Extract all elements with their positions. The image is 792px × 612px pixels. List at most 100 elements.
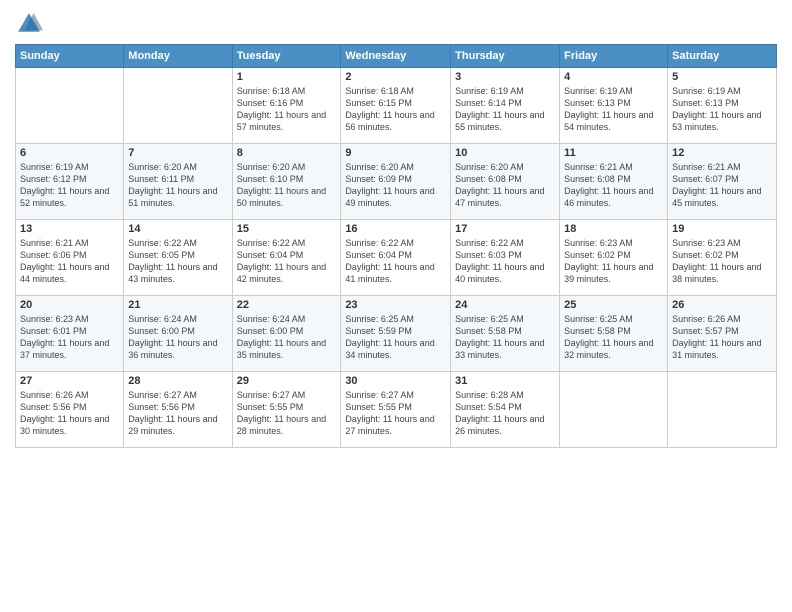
logo (15, 10, 47, 38)
calendar-cell: 4 Sunrise: 6:19 AM Sunset: 6:13 PM Daylig… (560, 68, 668, 144)
calendar-cell: 31 Sunrise: 6:28 AM Sunset: 5:54 PM Dayli… (451, 372, 560, 448)
day-number: 28 (128, 375, 227, 387)
calendar-cell: 1 Sunrise: 6:18 AM Sunset: 6:16 PM Daylig… (232, 68, 341, 144)
calendar-cell: 12 Sunrise: 6:21 AM Sunset: 6:07 PM Dayli… (668, 144, 777, 220)
calendar-cell (16, 68, 124, 144)
calendar-cell: 19 Sunrise: 6:23 AM Sunset: 6:02 PM Dayli… (668, 220, 777, 296)
calendar-cell: 14 Sunrise: 6:22 AM Sunset: 6:05 PM Dayli… (124, 220, 232, 296)
calendar-cell: 20 Sunrise: 6:23 AM Sunset: 6:01 PM Dayli… (16, 296, 124, 372)
day-number: 1 (237, 71, 337, 83)
day-number: 18 (564, 223, 663, 235)
day-info: Sunrise: 6:22 AM Sunset: 6:03 PM Dayligh… (455, 237, 555, 286)
col-header-sunday: Sunday (16, 45, 124, 68)
calendar-week-1: 1 Sunrise: 6:18 AM Sunset: 6:16 PM Daylig… (16, 68, 777, 144)
day-info: Sunrise: 6:22 AM Sunset: 6:04 PM Dayligh… (237, 237, 337, 286)
calendar-cell: 24 Sunrise: 6:25 AM Sunset: 5:58 PM Dayli… (451, 296, 560, 372)
calendar-cell: 2 Sunrise: 6:18 AM Sunset: 6:15 PM Daylig… (341, 68, 451, 144)
calendar-header-row: SundayMondayTuesdayWednesdayThursdayFrid… (16, 45, 777, 68)
day-number: 30 (345, 375, 446, 387)
day-info: Sunrise: 6:26 AM Sunset: 5:57 PM Dayligh… (672, 313, 772, 362)
day-number: 20 (20, 299, 119, 311)
calendar-cell: 22 Sunrise: 6:24 AM Sunset: 6:00 PM Dayli… (232, 296, 341, 372)
day-info: Sunrise: 6:20 AM Sunset: 6:09 PM Dayligh… (345, 161, 446, 210)
day-number: 24 (455, 299, 555, 311)
calendar-cell: 16 Sunrise: 6:22 AM Sunset: 6:04 PM Dayli… (341, 220, 451, 296)
day-info: Sunrise: 6:21 AM Sunset: 6:06 PM Dayligh… (20, 237, 119, 286)
day-number: 27 (20, 375, 119, 387)
day-number: 22 (237, 299, 337, 311)
calendar-cell: 13 Sunrise: 6:21 AM Sunset: 6:06 PM Dayli… (16, 220, 124, 296)
col-header-tuesday: Tuesday (232, 45, 341, 68)
day-info: Sunrise: 6:23 AM Sunset: 6:01 PM Dayligh… (20, 313, 119, 362)
calendar-week-5: 27 Sunrise: 6:26 AM Sunset: 5:56 PM Dayli… (16, 372, 777, 448)
day-number: 31 (455, 375, 555, 387)
day-number: 26 (672, 299, 772, 311)
day-info: Sunrise: 6:27 AM Sunset: 5:55 PM Dayligh… (345, 389, 446, 438)
day-info: Sunrise: 6:22 AM Sunset: 6:04 PM Dayligh… (345, 237, 446, 286)
day-number: 3 (455, 71, 555, 83)
day-info: Sunrise: 6:24 AM Sunset: 6:00 PM Dayligh… (237, 313, 337, 362)
calendar-table: SundayMondayTuesdayWednesdayThursdayFrid… (15, 44, 777, 448)
day-info: Sunrise: 6:18 AM Sunset: 6:16 PM Dayligh… (237, 85, 337, 134)
day-info: Sunrise: 6:26 AM Sunset: 5:56 PM Dayligh… (20, 389, 119, 438)
calendar-cell: 25 Sunrise: 6:25 AM Sunset: 5:58 PM Dayli… (560, 296, 668, 372)
calendar-cell (124, 68, 232, 144)
col-header-wednesday: Wednesday (341, 45, 451, 68)
calendar-cell: 28Sunrise: 6:27 AM Sunset: 5:56 PM Dayli… (124, 372, 232, 448)
header (15, 10, 777, 38)
calendar-week-4: 20 Sunrise: 6:23 AM Sunset: 6:01 PM Dayli… (16, 296, 777, 372)
day-number: 15 (237, 223, 337, 235)
day-number: 19 (672, 223, 772, 235)
col-header-monday: Monday (124, 45, 232, 68)
day-number: 5 (672, 71, 772, 83)
day-number: 23 (345, 299, 446, 311)
calendar-cell: 26 Sunrise: 6:26 AM Sunset: 5:57 PM Dayli… (668, 296, 777, 372)
calendar-cell: 11Sunrise: 6:21 AM Sunset: 6:08 PM Dayli… (560, 144, 668, 220)
calendar-cell: 10 Sunrise: 6:20 AM Sunset: 6:08 PM Dayli… (451, 144, 560, 220)
day-info: Sunrise: 6:27 AM Sunset: 5:55 PM Dayligh… (237, 389, 337, 438)
day-info: Sunrise: 6:23 AM Sunset: 6:02 PM Dayligh… (672, 237, 772, 286)
day-number: 7 (128, 147, 227, 159)
day-number: 9 (345, 147, 446, 159)
logo-icon (15, 10, 43, 38)
calendar-cell: 8Sunrise: 6:20 AM Sunset: 6:10 PM Daylig… (232, 144, 341, 220)
day-number: 25 (564, 299, 663, 311)
day-info: Sunrise: 6:28 AM Sunset: 5:54 PM Dayligh… (455, 389, 555, 438)
calendar-cell: 17Sunrise: 6:22 AM Sunset: 6:03 PM Dayli… (451, 220, 560, 296)
day-info: Sunrise: 6:25 AM Sunset: 5:58 PM Dayligh… (455, 313, 555, 362)
day-number: 4 (564, 71, 663, 83)
day-info: Sunrise: 6:23 AM Sunset: 6:02 PM Dayligh… (564, 237, 663, 286)
day-number: 6 (20, 147, 119, 159)
col-header-thursday: Thursday (451, 45, 560, 68)
calendar-cell: 30 Sunrise: 6:27 AM Sunset: 5:55 PM Dayli… (341, 372, 451, 448)
day-info: Sunrise: 6:20 AM Sunset: 6:08 PM Dayligh… (455, 161, 555, 210)
day-number: 14 (128, 223, 227, 235)
day-number: 21 (128, 299, 227, 311)
calendar-cell: 7 Sunrise: 6:20 AM Sunset: 6:11 PM Daylig… (124, 144, 232, 220)
day-info: Sunrise: 6:20 AM Sunset: 6:11 PM Dayligh… (128, 161, 227, 210)
day-number: 16 (345, 223, 446, 235)
day-number: 2 (345, 71, 446, 83)
calendar-cell: 21Sunrise: 6:24 AM Sunset: 6:00 PM Dayli… (124, 296, 232, 372)
day-number: 13 (20, 223, 119, 235)
day-number: 12 (672, 147, 772, 159)
day-info: Sunrise: 6:19 AM Sunset: 6:13 PM Dayligh… (564, 85, 663, 134)
calendar-week-2: 6 Sunrise: 6:19 AM Sunset: 6:12 PM Daylig… (16, 144, 777, 220)
calendar-cell (668, 372, 777, 448)
day-info: Sunrise: 6:19 AM Sunset: 6:12 PM Dayligh… (20, 161, 119, 210)
day-info: Sunrise: 6:22 AM Sunset: 6:05 PM Dayligh… (128, 237, 227, 286)
day-number: 10 (455, 147, 555, 159)
calendar-cell: 29Sunrise: 6:27 AM Sunset: 5:55 PM Dayli… (232, 372, 341, 448)
calendar-week-3: 13 Sunrise: 6:21 AM Sunset: 6:06 PM Dayli… (16, 220, 777, 296)
col-header-friday: Friday (560, 45, 668, 68)
calendar-cell: 3Sunrise: 6:19 AM Sunset: 6:14 PM Daylig… (451, 68, 560, 144)
day-number: 11 (564, 147, 663, 159)
page: SundayMondayTuesdayWednesdayThursdayFrid… (0, 0, 792, 612)
calendar-cell: 27 Sunrise: 6:26 AM Sunset: 5:56 PM Dayli… (16, 372, 124, 448)
day-info: Sunrise: 6:25 AM Sunset: 5:59 PM Dayligh… (345, 313, 446, 362)
day-info: Sunrise: 6:21 AM Sunset: 6:07 PM Dayligh… (672, 161, 772, 210)
day-info: Sunrise: 6:19 AM Sunset: 6:13 PM Dayligh… (672, 85, 772, 134)
calendar-cell: 23 Sunrise: 6:25 AM Sunset: 5:59 PM Dayli… (341, 296, 451, 372)
day-info: Sunrise: 6:25 AM Sunset: 5:58 PM Dayligh… (564, 313, 663, 362)
day-info: Sunrise: 6:18 AM Sunset: 6:15 PM Dayligh… (345, 85, 446, 134)
